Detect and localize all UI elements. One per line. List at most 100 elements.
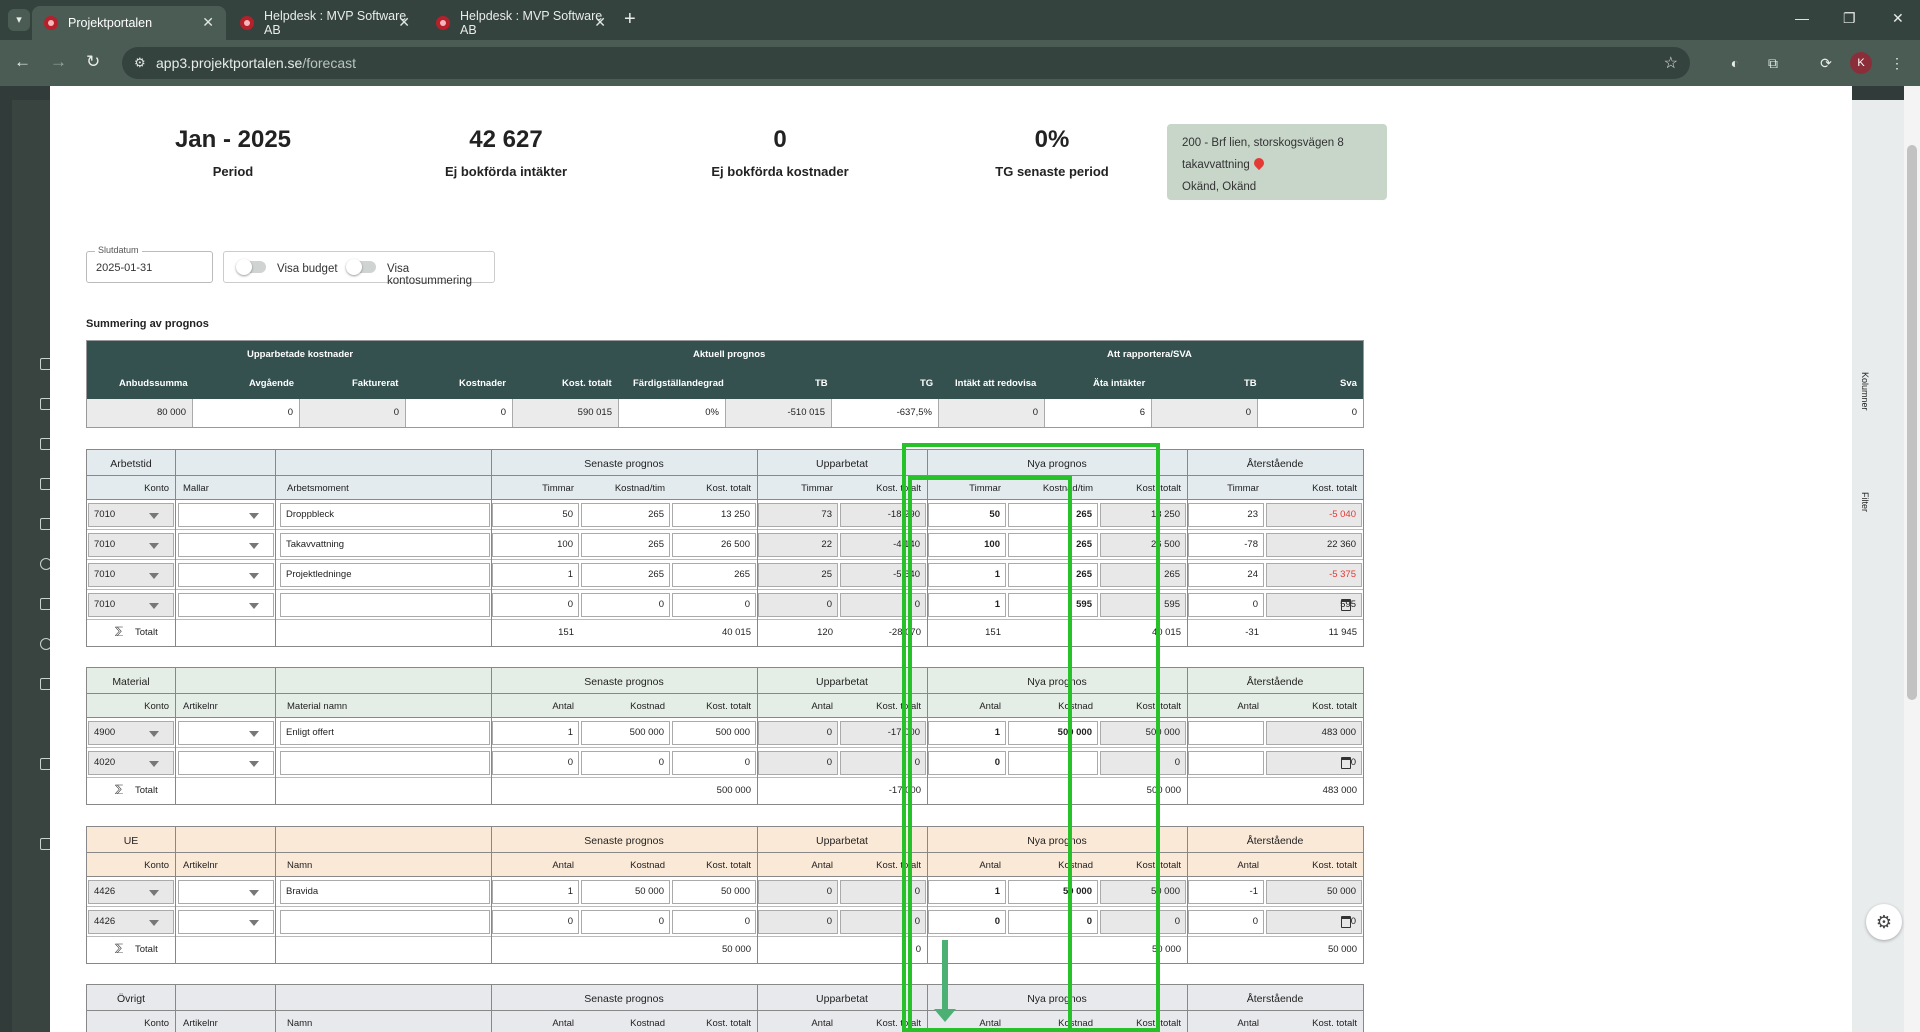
column-header: Material namn — [287, 701, 348, 712]
delete-row-icon[interactable] — [1341, 757, 1351, 769]
column-header: Artikelnr — [183, 1018, 218, 1029]
minimize-icon[interactable]: — — [1795, 10, 1809, 26]
column-header: Konto — [144, 860, 169, 871]
tab-close-icon[interactable]: ✕ — [594, 14, 606, 31]
section-ovrigt: Övrigt Senaste prognos Upparbetat Nya progn… — [86, 984, 1364, 1032]
restore-icon[interactable]: ❐ — [1843, 10, 1856, 27]
tab-search-button[interactable]: ▾ — [8, 9, 30, 31]
end-date-label: Slutdatum — [95, 245, 142, 255]
delete-row-icon[interactable] — [1341, 599, 1351, 611]
latest-qty[interactable]: 0 — [492, 593, 579, 617]
sync-icon[interactable]: ⟳ — [1815, 52, 1837, 74]
project-card[interactable]: 200 - Brf lien, storskogsvägen 8 takavva… — [1167, 124, 1387, 200]
scrollbar-thumb[interactable] — [1907, 145, 1917, 700]
column-header: Timmar — [1227, 483, 1259, 494]
latest-qty[interactable]: 100 — [492, 533, 579, 557]
latest-qty[interactable]: 1 — [492, 721, 579, 745]
item-name-input[interactable]: Droppbleck — [280, 503, 490, 527]
template-select[interactable] — [178, 503, 274, 527]
latest-qty[interactable]: 0 — [492, 751, 579, 775]
template-select[interactable] — [178, 880, 274, 904]
section-title: Övrigt — [116, 993, 145, 1005]
total-value: 120 — [817, 627, 833, 638]
item-name-input[interactable]: Takavvattning — [280, 533, 490, 557]
account-select[interactable]: 4020 — [88, 751, 174, 775]
latest-qty[interactable]: 1 — [492, 880, 579, 904]
tab-close-icon[interactable]: ✕ — [398, 14, 410, 31]
column-header: Kostnad — [630, 860, 665, 871]
latest-cost[interactable]: 0 — [581, 751, 670, 775]
item-name-input[interactable] — [280, 910, 490, 934]
latest-cost[interactable]: 50 000 — [581, 880, 670, 904]
reload-icon[interactable]: ↻ — [86, 52, 100, 72]
summary-col-header: TB — [815, 378, 828, 389]
column-header: Kostnad — [630, 701, 665, 712]
extensions-icon[interactable]: ⧉ — [1762, 52, 1784, 74]
latest-cost[interactable]: 265 — [581, 533, 670, 557]
item-name-input[interactable]: Bravida — [280, 880, 490, 904]
tab-projektportalen[interactable]: Projektportalen ✕ — [32, 6, 226, 40]
back-icon[interactable]: ← — [14, 52, 31, 72]
tab-helpdesk-2[interactable]: Helpdesk : MVP Software AB ✕ — [424, 6, 618, 40]
address-bar[interactable]: ⚙ app3.projektportalen.se/forecast ☆ — [122, 47, 1690, 79]
account-select[interactable]: 4426 — [88, 910, 174, 934]
summary-value: 0 — [1152, 399, 1258, 427]
tab-label: Projektportalen — [68, 16, 153, 30]
latest-cost[interactable]: 265 — [581, 503, 670, 527]
latest-qty[interactable]: 50 — [492, 503, 579, 527]
bookmark-star-icon[interactable]: ☆ — [1664, 53, 1678, 73]
columns-tab[interactable]: Kolumner — [1860, 372, 1870, 411]
end-date-field[interactable]: Slutdatum 2025-01-31 — [86, 245, 213, 283]
template-select[interactable] — [178, 721, 274, 745]
column-divider — [275, 827, 276, 963]
account-select[interactable]: 7010 — [88, 593, 174, 617]
template-select[interactable] — [178, 593, 274, 617]
tab-helpdesk-1[interactable]: Helpdesk : MVP Software AB ✕ — [228, 6, 422, 40]
profile-avatar[interactable]: K — [1850, 52, 1872, 74]
item-name-input[interactable] — [280, 751, 490, 775]
location-pin-icon[interactable] — [1251, 155, 1266, 171]
account-select[interactable]: 7010 — [88, 503, 174, 527]
summary-input[interactable]: 0 — [406, 399, 513, 427]
latest-qty[interactable]: 0 — [492, 910, 579, 934]
site-info-icon[interactable]: ⚙ — [134, 55, 146, 71]
account-select[interactable]: 7010 — [88, 533, 174, 557]
column-header: Kostnad/tim — [614, 483, 665, 494]
summary-input[interactable]: 0 — [1258, 399, 1363, 427]
template-select[interactable] — [178, 533, 274, 557]
show-budget-toggle[interactable] — [236, 259, 266, 275]
item-name-input[interactable]: Enligt offert — [280, 721, 490, 745]
latest-cost[interactable]: 0 — [581, 910, 670, 934]
template-select[interactable] — [178, 751, 274, 775]
total-value: -31 — [1245, 627, 1259, 638]
account-select[interactable]: 4900 — [88, 721, 174, 745]
kpi-value: 42 627 — [469, 126, 543, 153]
tab-close-icon[interactable]: ✕ — [202, 14, 214, 31]
delete-row-icon[interactable] — [1341, 916, 1351, 928]
forward-icon[interactable]: → — [50, 52, 67, 72]
browser-menu-icon[interactable]: ⋮ — [1886, 52, 1908, 74]
latest-qty[interactable]: 1 — [492, 563, 579, 587]
latest-cost[interactable]: 0 — [581, 593, 670, 617]
show-account-summary-toggle[interactable] — [346, 259, 376, 275]
latest-cost[interactable]: 265 — [581, 563, 670, 587]
summary-input[interactable]: 0% — [619, 399, 726, 427]
filter-tab[interactable]: Filter — [1860, 492, 1870, 512]
column-header: Antal — [552, 701, 574, 712]
summary-input[interactable]: 6 — [1045, 399, 1152, 427]
settings-gear-icon[interactable]: ⚙ — [1866, 904, 1902, 940]
close-window-icon[interactable]: ✕ — [1892, 10, 1904, 27]
account-select[interactable]: 7010 — [88, 563, 174, 587]
section-title: Material — [112, 676, 150, 688]
column-divider — [491, 985, 492, 1032]
item-name-input[interactable] — [280, 593, 490, 617]
account-select[interactable]: 4426 — [88, 880, 174, 904]
total-value — [491, 937, 580, 963]
new-tab-icon[interactable]: + — [624, 9, 636, 29]
latest-cost[interactable]: 500 000 — [581, 721, 670, 745]
template-select[interactable] — [178, 563, 274, 587]
template-select[interactable] — [178, 910, 274, 934]
summary-input[interactable]: 0 — [193, 399, 300, 427]
password-manager-icon[interactable]: ◐ — [1724, 52, 1746, 74]
item-name-input[interactable]: Projektledninge — [280, 563, 490, 587]
